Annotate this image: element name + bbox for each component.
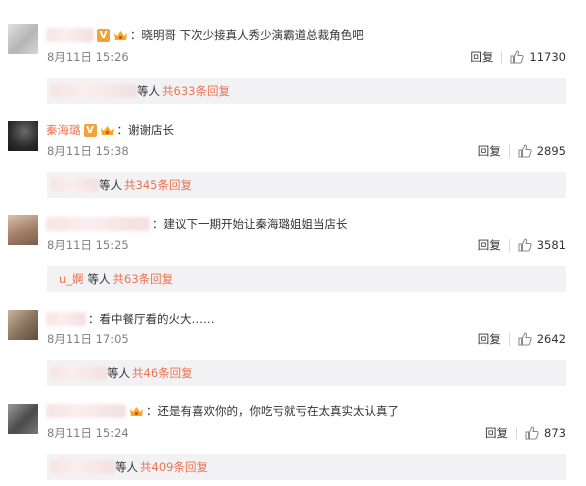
avatar[interactable]: [8, 24, 38, 54]
reply-user-blurred[interactable]: [51, 460, 115, 474]
replies-summary: 等人 共409条回复: [47, 454, 566, 480]
comment-text: ：建议下一期开始让秦海璐姐姐当店长: [152, 217, 348, 231]
comment-text: ：晓明哥 下次少接真人秀少演霸道总裁角色吧: [130, 28, 364, 42]
comment-text: ：谢谢店长: [116, 123, 175, 137]
reply-button[interactable]: 回复: [470, 49, 493, 65]
replies-summary: 等人 共633条回复: [47, 78, 566, 104]
like-button[interactable]: 2642: [518, 332, 566, 346]
replies-count-link[interactable]: 共633条回复: [162, 83, 230, 99]
like-button[interactable]: 11730: [510, 50, 566, 64]
comment-time: 8月11日 17:05: [47, 332, 129, 346]
like-button[interactable]: 873: [525, 426, 566, 440]
replies-suffix: 等人: [115, 460, 138, 474]
like-count: 11730: [529, 50, 566, 64]
reply-button[interactable]: 回复: [478, 143, 501, 159]
like-button[interactable]: 2895: [518, 144, 566, 158]
thumbs-up-icon: [518, 144, 532, 158]
replies-count-link[interactable]: 共409条回复: [140, 459, 208, 475]
vip-crown-icon: [129, 405, 144, 418]
divider: [508, 144, 510, 158]
comment-time: 8月11日 15:25: [47, 238, 129, 252]
replies-suffix: 等人: [99, 178, 122, 192]
divider: [516, 426, 518, 440]
reply-button[interactable]: 回复: [485, 425, 508, 441]
username-blurred[interactable]: [46, 312, 86, 326]
reply-button[interactable]: 回复: [478, 331, 501, 347]
divider: [508, 332, 510, 346]
like-count: 873: [544, 426, 566, 440]
vip-crown-icon: [113, 29, 128, 42]
comment-text: ：看中餐厅看的火大……: [88, 312, 215, 326]
username-blurred[interactable]: [46, 404, 126, 418]
like-button[interactable]: 3581: [518, 238, 566, 252]
reply-user-blurred[interactable]: [51, 178, 99, 192]
reply-user-blurred[interactable]: [51, 84, 137, 98]
comment-time: 8月11日 15:38: [47, 144, 129, 158]
username-blurred[interactable]: [46, 217, 150, 231]
thumbs-up-icon: [510, 50, 525, 64]
replies-count-link[interactable]: 共63条回复: [113, 271, 174, 287]
replies-suffix: 等人: [107, 366, 130, 380]
username-blurred[interactable]: [46, 28, 94, 42]
thumbs-up-icon: [518, 238, 532, 252]
replies-summary: 等人 共345条回复: [47, 172, 566, 198]
replies-count-link[interactable]: 共345条回复: [124, 177, 192, 193]
avatar[interactable]: [8, 310, 38, 340]
divider: [501, 50, 503, 64]
thumbs-up-icon: [518, 332, 532, 346]
like-count: 2895: [536, 144, 566, 158]
thumbs-up-icon: [525, 426, 539, 440]
like-count: 3581: [536, 238, 566, 252]
comment-time: 8月11日 15:24: [47, 426, 129, 440]
reply-user[interactable]: u_婀: [59, 271, 84, 287]
v-badge-icon: V: [97, 28, 110, 42]
comment-time: 8月11日 15:26: [47, 50, 129, 64]
divider: [508, 238, 510, 252]
reply-user-blurred[interactable]: [51, 366, 107, 380]
replies-suffix: 等人: [87, 272, 111, 286]
comment-author[interactable]: 秦海璐: [46, 122, 81, 138]
reply-button[interactable]: 回复: [478, 237, 501, 253]
replies-summary: 等人 共46条回复: [47, 360, 566, 386]
avatar[interactable]: [8, 404, 38, 434]
vip-crown-icon: [100, 124, 115, 137]
like-count: 2642: [536, 332, 566, 346]
avatar[interactable]: [8, 121, 38, 151]
avatar[interactable]: [8, 215, 38, 245]
replies-count-link[interactable]: 共46条回复: [132, 365, 193, 381]
replies-summary: u_婀 等人 共63条回复: [47, 266, 566, 292]
replies-suffix: 等人: [137, 84, 160, 98]
v-badge-icon: V: [83, 123, 97, 137]
comment-text: ：还是有喜欢你的，你吃亏就亏在太真实太认真了: [146, 404, 399, 418]
